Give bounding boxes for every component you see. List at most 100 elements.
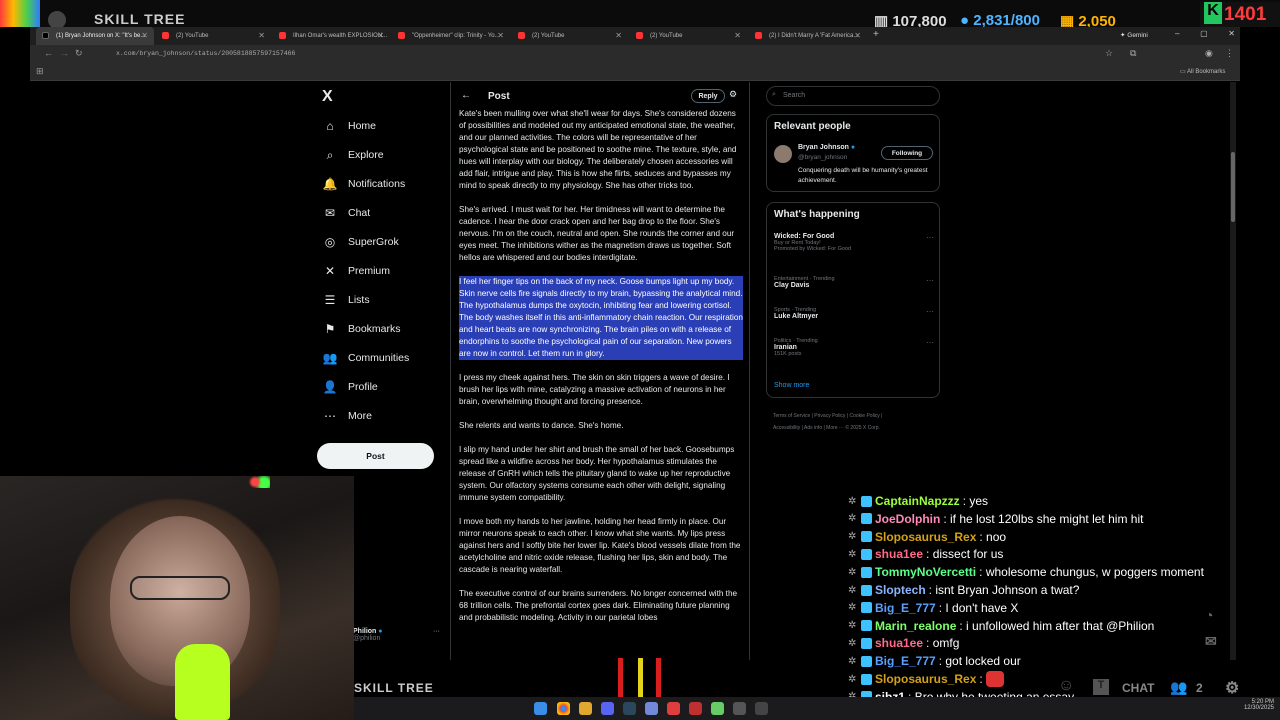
forward-icon[interactable]: → [60, 48, 69, 58]
star-icon[interactable]: ☆ [1105, 48, 1113, 59]
chat-text: yes [969, 494, 989, 508]
close-icon[interactable]: ✕ [854, 31, 861, 40]
tab-youtube-3[interactable]: (2) YouTube ✕ [630, 27, 747, 45]
new-tab-button[interactable]: + [873, 29, 879, 40]
following-button[interactable]: Following [881, 146, 933, 160]
back-icon[interactable]: ← [44, 48, 53, 58]
clock[interactable]: 5:20 PM 12/30/2025 [1234, 699, 1274, 711]
nav-item-lists[interactable]: ☰ Lists [322, 288, 370, 312]
back-circle-icon [48, 11, 66, 27]
trend-item[interactable]: Sports · Trending Luke Altmyer ··· [774, 307, 934, 320]
nav-item-premium[interactable]: ✕ Premium [322, 259, 390, 283]
url-field[interactable]: x.com/bryan_johnson/status/2005818857597… [110, 48, 970, 60]
nav-item-label: Bookmarks [348, 323, 401, 335]
gemini-button[interactable]: ✦ Gemini [1120, 31, 1148, 39]
discord-icon[interactable] [601, 702, 614, 715]
app-icon[interactable] [689, 702, 702, 715]
chat-username[interactable]: CaptainNapzzz [875, 494, 960, 508]
app-icon[interactable] [733, 702, 746, 715]
more-dots-icon[interactable]: ··· [926, 233, 934, 242]
more-dots-icon[interactable]: ··· [433, 628, 440, 635]
chat-username[interactable]: shua1ee [875, 636, 923, 650]
nav-item-notifications[interactable]: 🔔 Notifications [322, 172, 406, 196]
x-logo-icon[interactable]: X [322, 88, 333, 106]
more-dots-icon[interactable]: ··· [926, 338, 934, 347]
show-more-link[interactable]: Show more [774, 382, 809, 389]
search-input[interactable]: Search [766, 86, 940, 106]
chrome-icon[interactable] [557, 702, 570, 715]
close-icon[interactable]: ✕ [734, 31, 741, 40]
list-icon: ☰ [324, 293, 336, 307]
close-icon[interactable]: ✕ [497, 31, 504, 40]
app-icon[interactable] [667, 702, 680, 715]
chat-label[interactable]: CHAT [1122, 681, 1154, 695]
extensions-icon[interactable]: ⧉ [1130, 48, 1136, 59]
tab-youtube-2[interactable]: (2) YouTube ✕ [512, 27, 628, 45]
chat-username[interactable]: Big_E_777 [875, 601, 936, 615]
close-icon[interactable]: ✕ [615, 31, 622, 40]
trend-item[interactable]: Wicked: For Good Buy or Rent Today! Prom… [774, 233, 934, 252]
chat-username[interactable]: Sloptech [875, 583, 926, 597]
sliders-icon[interactable]: ⚙ [729, 89, 737, 100]
person-name[interactable]: Bryan Johnson ● [798, 144, 855, 151]
back-arrow-icon[interactable]: ← [461, 90, 471, 101]
window-close-icon[interactable]: ✕ [1228, 29, 1235, 38]
nav-item-chat[interactable]: ✉ Chat [322, 201, 370, 225]
post-button[interactable]: Post [317, 443, 434, 469]
chat-username[interactable]: Big_E_777 [875, 654, 936, 668]
tab-bryan-johnson[interactable]: (1) Bryan Johnson on X: "It's be... ✕ [36, 27, 154, 45]
youtube-icon [398, 32, 405, 39]
chat-username[interactable]: JoeDolphin [875, 512, 940, 526]
profile-icon[interactable]: ◉ [1205, 48, 1213, 59]
folder-icon[interactable] [579, 702, 592, 715]
user-icon[interactable]: ☺ [1058, 677, 1074, 695]
nav-item-home[interactable]: ⌂ Home [322, 114, 376, 138]
account-switcher[interactable]: Philion ● @philion ··· [353, 628, 443, 648]
start-icon[interactable] [534, 702, 547, 715]
app-icon[interactable] [755, 702, 768, 715]
more-dots-icon[interactable]: ··· [926, 276, 934, 285]
all-bookmarks[interactable]: ▭ All Bookmarks [1180, 68, 1225, 75]
scrollbar-thumb[interactable] [1231, 152, 1235, 222]
nav-item-communities[interactable]: 👥 Communities [322, 346, 410, 370]
reload-icon[interactable]: ↻ [75, 48, 83, 59]
nav-item-bookmarks[interactable]: ⚑ Bookmarks [322, 317, 401, 341]
chat-message: ✲ Sloptech: isnt Bryan Johnson a twat? [848, 581, 1079, 599]
minimize-icon[interactable]: – [1175, 29, 1179, 38]
close-icon[interactable]: ✕ [258, 31, 265, 40]
chat-username[interactable]: shua1ee [875, 547, 923, 561]
app-icon[interactable] [711, 702, 724, 715]
app-icon[interactable] [645, 702, 658, 715]
avatar[interactable] [774, 145, 792, 163]
chat-username[interactable]: Sloposaurus_Rex [875, 672, 976, 686]
nav-item-profile[interactable]: 👤 Profile [322, 375, 378, 399]
chat-username[interactable]: Sloposaurus_Rex [875, 530, 976, 544]
chat-username[interactable]: TommyNoVercetti [875, 565, 976, 579]
tab-oppenheimer[interactable]: "Oppenheimer" clip: Trinity - Yo... ✕ [392, 27, 510, 45]
tab-ilhan-omar[interactable]: Ilhan Omar's wealth EXPLOSION... ✕ [273, 27, 390, 45]
t-icon[interactable]: T [1093, 679, 1109, 695]
steam-icon[interactable] [623, 702, 636, 715]
close-icon[interactable]: ✕ [377, 31, 384, 40]
apps-icon[interactable]: ⊞ [36, 66, 44, 77]
menu-icon[interactable]: ⋮ [1225, 48, 1234, 59]
reply-button[interactable]: Reply [691, 89, 725, 103]
nav-item-explore[interactable]: ⌕ Explore [322, 143, 384, 167]
chat-username[interactable]: Marin_realone [875, 619, 956, 633]
nav-item-supergrok[interactable]: ◎ SuperGrok [322, 230, 399, 254]
envelope-icon[interactable]: ✉ [1205, 633, 1217, 650]
footer-line[interactable]: Accessibility | Ads info | More ··· © 20… [773, 422, 943, 434]
close-icon[interactable]: ✕ [141, 31, 148, 40]
more-dots-icon[interactable]: ··· [926, 307, 934, 316]
trend-item[interactable]: Entertainment · Trending Clay Davis ··· [774, 276, 934, 289]
restore-icon[interactable]: ▢ [1200, 29, 1208, 38]
tab-youtube-1[interactable]: (2) YouTube ✕ [156, 27, 271, 45]
chat-message: ✲ Sloposaurus_Rex: [848, 670, 1005, 688]
timer-icon[interactable]: ◔ [1205, 607, 1213, 623]
settings-gear-icon[interactable]: ⚙ [1225, 678, 1239, 698]
paragraph: The executive control of our brains surr… [459, 589, 738, 622]
footer-line[interactable]: Terms of Service | Privacy Policy | Cook… [773, 410, 943, 422]
tab-didnt-marry[interactable]: (2) I Didn't Marry A 'Fat America... ✕ [749, 27, 867, 45]
nav-item-more[interactable]: ⋯ More [322, 404, 372, 428]
trend-item[interactable]: Politics · Trending Iranian 151K posts ·… [774, 338, 934, 357]
